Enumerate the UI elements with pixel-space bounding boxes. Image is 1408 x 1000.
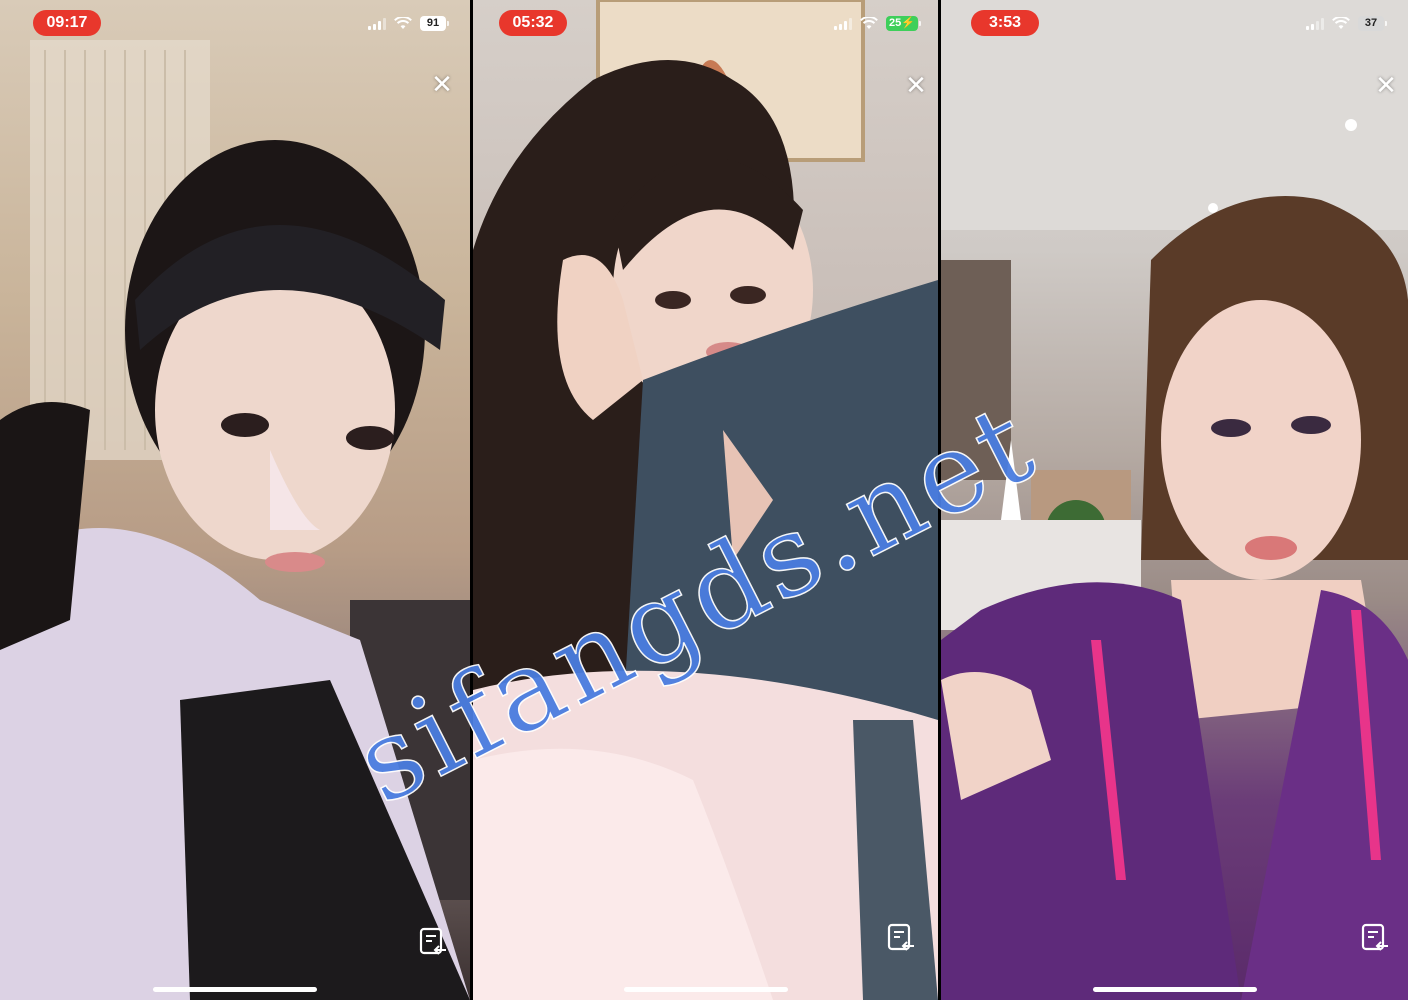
signal-icon: [1306, 17, 1324, 30]
battery-icon: 37: [1358, 16, 1387, 31]
status-time: 3:53: [971, 10, 1039, 36]
status-time: 09:17: [33, 10, 101, 36]
stream-panel-1: 09:17 91 ✕: [0, 0, 470, 1000]
close-icon[interactable]: ✕: [428, 70, 456, 98]
battery-icon: 91: [420, 16, 449, 31]
note-icon[interactable]: [1360, 922, 1390, 954]
home-indicator[interactable]: [1092, 987, 1257, 992]
close-icon[interactable]: ✕: [902, 71, 930, 99]
stream-panel-2: 05:32 25⚡ ✕: [473, 0, 938, 1000]
stream-video-3: [941, 0, 1408, 1000]
status-time: 05:32: [499, 10, 567, 36]
signal-icon: [834, 17, 853, 30]
stream-video-2: [473, 0, 938, 1000]
signal-icon: [368, 17, 386, 30]
status-icons: 25⚡: [834, 16, 921, 31]
wifi-icon: [394, 17, 412, 29]
note-icon[interactable]: [418, 926, 448, 958]
home-indicator[interactable]: [153, 987, 317, 992]
status-icons: 91: [368, 16, 449, 31]
stream-video-1: [0, 40, 470, 1000]
battery-icon: 25⚡: [886, 16, 921, 31]
battery-level: 25: [889, 17, 902, 29]
stream-panel-3: 3:53 37 ✕: [941, 0, 1408, 1000]
wifi-icon: [860, 17, 878, 29]
close-icon[interactable]: ✕: [1372, 71, 1400, 99]
status-icons: 37: [1306, 16, 1387, 31]
note-icon[interactable]: [886, 922, 916, 954]
wifi-icon: [1332, 17, 1350, 29]
charging-icon: ⚡: [901, 17, 915, 29]
home-indicator[interactable]: [623, 987, 788, 992]
